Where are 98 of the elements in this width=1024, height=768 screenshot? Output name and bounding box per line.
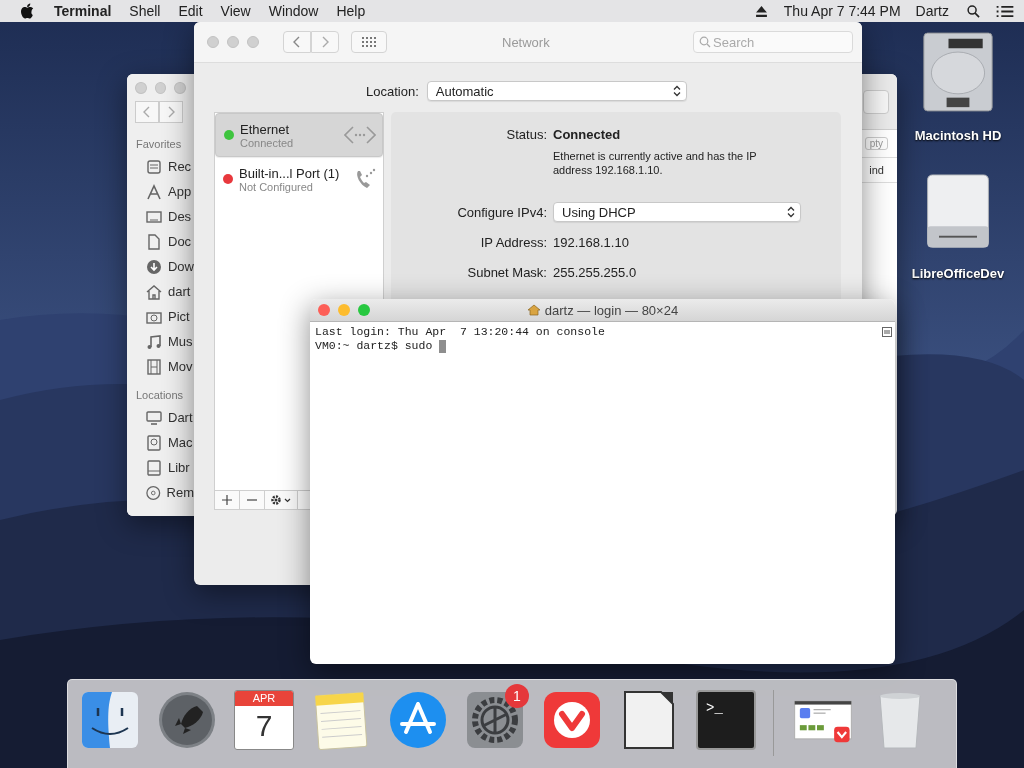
sidebar-item[interactable]: Dart xyxy=(168,410,193,425)
remove-button[interactable] xyxy=(240,491,265,509)
sidebar-heading: Favorites xyxy=(135,137,183,152)
sidebar-item[interactable]: Libr xyxy=(168,460,190,475)
chevron-right-icon xyxy=(167,106,175,118)
home-icon xyxy=(146,283,162,300)
menu-user[interactable]: Dartz xyxy=(915,3,949,19)
double-arrow-icon xyxy=(344,125,376,145)
sidebar-item[interactable]: Dow xyxy=(168,259,194,274)
sidebar-item[interactable]: Mus xyxy=(168,334,193,349)
service-row[interactable]: Ethernet Connected xyxy=(215,113,383,157)
service-row[interactable]: Built-in...l Port (1) Not Configured xyxy=(215,157,383,201)
back-button[interactable] xyxy=(283,31,311,53)
apps-icon xyxy=(146,183,162,200)
rocket-icon[interactable] xyxy=(157,690,217,750)
calendar-icon[interactable]: APR 7 xyxy=(234,690,294,750)
service-status: Connected xyxy=(240,136,295,149)
eject-icon[interactable] xyxy=(754,4,768,18)
status-label: Status: xyxy=(505,127,547,142)
plus-icon xyxy=(222,495,232,505)
disc-icon xyxy=(146,484,161,501)
monitor-icon xyxy=(146,409,162,426)
sidebar-item[interactable]: Mov xyxy=(168,359,193,374)
status-value: Connected xyxy=(553,127,621,142)
field-label: Subnet Mask: xyxy=(466,264,547,280)
calendar-day: 7 xyxy=(255,706,273,746)
terminal-line: Last login: Thu Apr 7 13:20:44 on console xyxy=(315,325,605,339)
menu-list-icon[interactable] xyxy=(996,4,1014,18)
chevron-right-icon xyxy=(321,36,329,48)
sidebar-item[interactable]: Pict xyxy=(168,309,190,324)
search-field[interactable] xyxy=(863,89,889,114)
action-button[interactable] xyxy=(265,491,298,509)
scroll-marker-icon xyxy=(882,327,892,337)
finder-face-icon[interactable] xyxy=(80,690,140,750)
status-description: Ethernet is currently active and has the IP address 192.168.1.10. xyxy=(553,149,758,177)
sidebar-item[interactable]: dart xyxy=(168,284,191,299)
window-zoom-button[interactable] xyxy=(358,304,370,316)
apple-logo-icon[interactable] xyxy=(20,3,34,19)
drive-icon xyxy=(146,459,162,476)
chevron-left-icon xyxy=(293,36,301,48)
search-icon[interactable] xyxy=(967,4,980,18)
forward-button[interactable] xyxy=(159,101,183,123)
window-title: dartz — login — 80×24 xyxy=(544,302,679,318)
text-cursor xyxy=(439,339,447,353)
location-label: Location: xyxy=(366,83,419,99)
terminal-icon[interactable]: >_ xyxy=(696,690,756,750)
sidebar-item[interactable]: Mac xyxy=(168,435,193,450)
menu-clock[interactable]: Thu Apr 7 7:44 PM xyxy=(783,3,901,19)
field-label: Configure IPv4: xyxy=(456,204,547,220)
desktop-icon-label[interactable]: Macintosh HD xyxy=(914,128,1002,143)
window-title: Network xyxy=(502,34,550,50)
location-select[interactable]: Automatic xyxy=(426,81,687,101)
notification-badge: 1 xyxy=(505,684,529,708)
search-icon xyxy=(699,36,711,48)
app-store-icon[interactable] xyxy=(388,690,448,750)
column-header[interactable]: ind xyxy=(869,164,884,176)
field-value: 192.168.1.10 xyxy=(553,234,629,250)
house-icon xyxy=(526,304,541,316)
music-note-icon xyxy=(146,333,162,350)
service-name: Ethernet xyxy=(240,121,291,137)
sidebar-item[interactable]: Des xyxy=(168,209,192,224)
service-name: Built-in...l Port (1) xyxy=(239,165,341,181)
sidebar-heading: Locations xyxy=(135,388,185,403)
gear-icon xyxy=(270,494,292,506)
window-close-button[interactable] xyxy=(318,304,330,316)
menu-item[interactable]: Edit xyxy=(178,3,203,19)
add-button[interactable] xyxy=(215,491,240,509)
menu-item[interactable]: View xyxy=(220,3,251,19)
desktop-icon xyxy=(146,208,162,225)
menu-item[interactable]: Shell xyxy=(129,3,161,19)
film-icon xyxy=(146,358,162,375)
v-logo-icon[interactable] xyxy=(542,690,602,750)
menu-item[interactable]: Window xyxy=(268,3,319,19)
terminal-line: VM0:~ dartz$ sudo xyxy=(315,339,434,353)
grid-icon xyxy=(362,37,376,47)
chevron-left-icon xyxy=(143,106,151,118)
calendar-month: APR xyxy=(235,691,293,706)
tray-icon xyxy=(146,158,162,175)
ipv4-select[interactable]: Using DHCP xyxy=(553,202,801,222)
menu-app-name[interactable]: Terminal xyxy=(54,3,112,19)
updown-icon xyxy=(787,206,795,218)
field-value: 255.255.255.0 xyxy=(553,264,637,280)
sidebar-item[interactable]: Rec xyxy=(168,159,192,174)
updown-icon xyxy=(672,85,681,97)
desktop-icon-label[interactable]: LibreOfficeDev xyxy=(911,266,1005,281)
download-icon xyxy=(146,258,162,275)
window-zoom-button[interactable] xyxy=(174,82,186,94)
hard-drive-icon[interactable] xyxy=(920,30,996,114)
field-label: IP Address: xyxy=(479,234,547,250)
sidebar-item[interactable]: App xyxy=(168,184,192,199)
document-icon xyxy=(146,233,162,250)
service-status: Not Configured xyxy=(239,180,314,193)
show-all-button[interactable] xyxy=(351,31,387,53)
menu-item[interactable]: Help xyxy=(336,3,366,19)
sidebar-item[interactable]: Doc xyxy=(168,234,192,249)
gear-icon[interactable] xyxy=(465,690,525,750)
sidebar-item[interactable]: Rem xyxy=(166,485,194,500)
terminal-prompt: >_ xyxy=(706,700,723,716)
